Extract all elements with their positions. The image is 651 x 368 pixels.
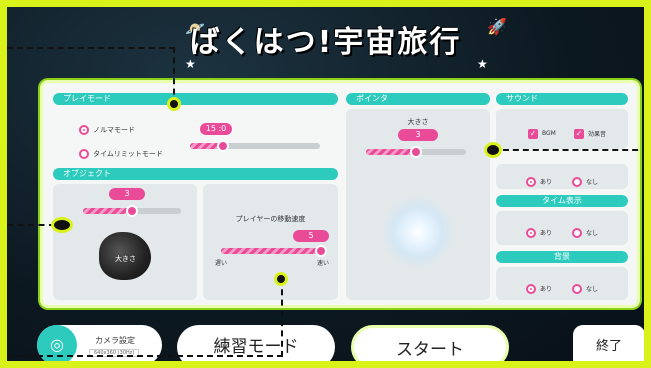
bg-on-radio[interactable]: あり xyxy=(526,278,552,297)
slider-knob[interactable] xyxy=(315,245,327,257)
slider-fill xyxy=(366,149,416,155)
pointer-header: ポインタ xyxy=(346,93,490,105)
sound-toggle-box: あり なし xyxy=(496,164,628,189)
callout-dot-speed xyxy=(274,272,288,286)
player-speed-title: プレイヤーの移動速度 xyxy=(235,215,306,223)
radio-icon xyxy=(526,283,536,294)
settings-panel: プレイモード ノルマモード タイムリミットモード 15 :0 オブジェクト 3 … xyxy=(40,80,640,308)
slider-knob[interactable] xyxy=(216,140,229,152)
callout-dot-object xyxy=(51,217,73,233)
sfx-checkbox[interactable]: ✓ 効果音 xyxy=(574,123,606,142)
pointer-size-badge: 3 xyxy=(398,129,438,141)
callout-dot-playmode xyxy=(167,97,181,111)
fast-label: 速い xyxy=(317,260,330,267)
asteroid-size-label: 大きさ xyxy=(115,255,136,263)
radio-norma[interactable]: ノルマモード xyxy=(79,119,135,138)
slider-fill xyxy=(221,248,321,254)
check-icon: ✓ xyxy=(574,128,584,139)
callout-line-object xyxy=(7,224,55,226)
pointer-size-slider[interactable] xyxy=(366,146,466,158)
radio-icon xyxy=(79,124,89,135)
background-box: あり なし xyxy=(496,267,628,300)
slider-fill xyxy=(83,208,132,214)
pointer-preview xyxy=(383,197,453,267)
object-header: オブジェクト xyxy=(53,168,338,180)
time-display-header: タイム表示 xyxy=(496,195,628,207)
bgm-checkbox[interactable]: ✓ BGM xyxy=(528,123,556,142)
callout-line-playmode xyxy=(7,47,175,105)
radio-icon xyxy=(572,176,582,187)
player-speed-slider[interactable] xyxy=(221,245,327,257)
callout-dot-sound xyxy=(484,142,502,158)
sound-box: ✓ BGM ✓ 効果音 xyxy=(496,109,628,149)
pointer-box: 大きさ 3 xyxy=(346,109,490,300)
slow-label: 遅い xyxy=(215,260,228,267)
slider-knob[interactable] xyxy=(410,146,422,158)
time-display-box: あり なし xyxy=(496,211,628,245)
pointer-size-title: 大きさ xyxy=(407,118,429,126)
background-header: 背景 xyxy=(496,251,628,263)
time-limit-slider[interactable] xyxy=(190,140,320,152)
end-button[interactable]: 終了 xyxy=(573,325,644,361)
radio-icon xyxy=(572,283,582,294)
time-off-radio[interactable]: なし xyxy=(572,222,598,241)
bg-off-radio[interactable]: なし xyxy=(572,278,598,297)
callout-line-speed xyxy=(7,279,283,357)
radio-icon xyxy=(526,176,536,187)
start-button[interactable]: スタート xyxy=(351,325,509,361)
sound-header: サウンド xyxy=(496,93,628,105)
sound-off-radio[interactable]: なし xyxy=(572,171,598,190)
check-icon: ✓ xyxy=(528,128,538,139)
screen-frame: 🪐 🚀 ★ ★ ばくはつ!宇宙旅行 プレイモード ノルマモード タイムリミットモ… xyxy=(0,0,651,368)
sound-on-radio[interactable]: あり xyxy=(526,171,552,190)
slider-knob[interactable] xyxy=(126,205,138,217)
callout-line-sound xyxy=(493,149,644,151)
time-on-radio[interactable]: あり xyxy=(526,222,552,241)
radio-time-limit[interactable]: タイムリミットモード xyxy=(79,143,163,162)
asteroid-size-slider[interactable] xyxy=(83,205,181,217)
player-speed-badge: 5 xyxy=(293,230,329,242)
time-limit-badge: 15 :0 xyxy=(200,123,232,135)
radio-icon xyxy=(79,148,89,159)
asteroid-size-badge: 3 xyxy=(109,188,145,200)
radio-icon xyxy=(526,227,536,238)
radio-icon xyxy=(572,227,582,238)
